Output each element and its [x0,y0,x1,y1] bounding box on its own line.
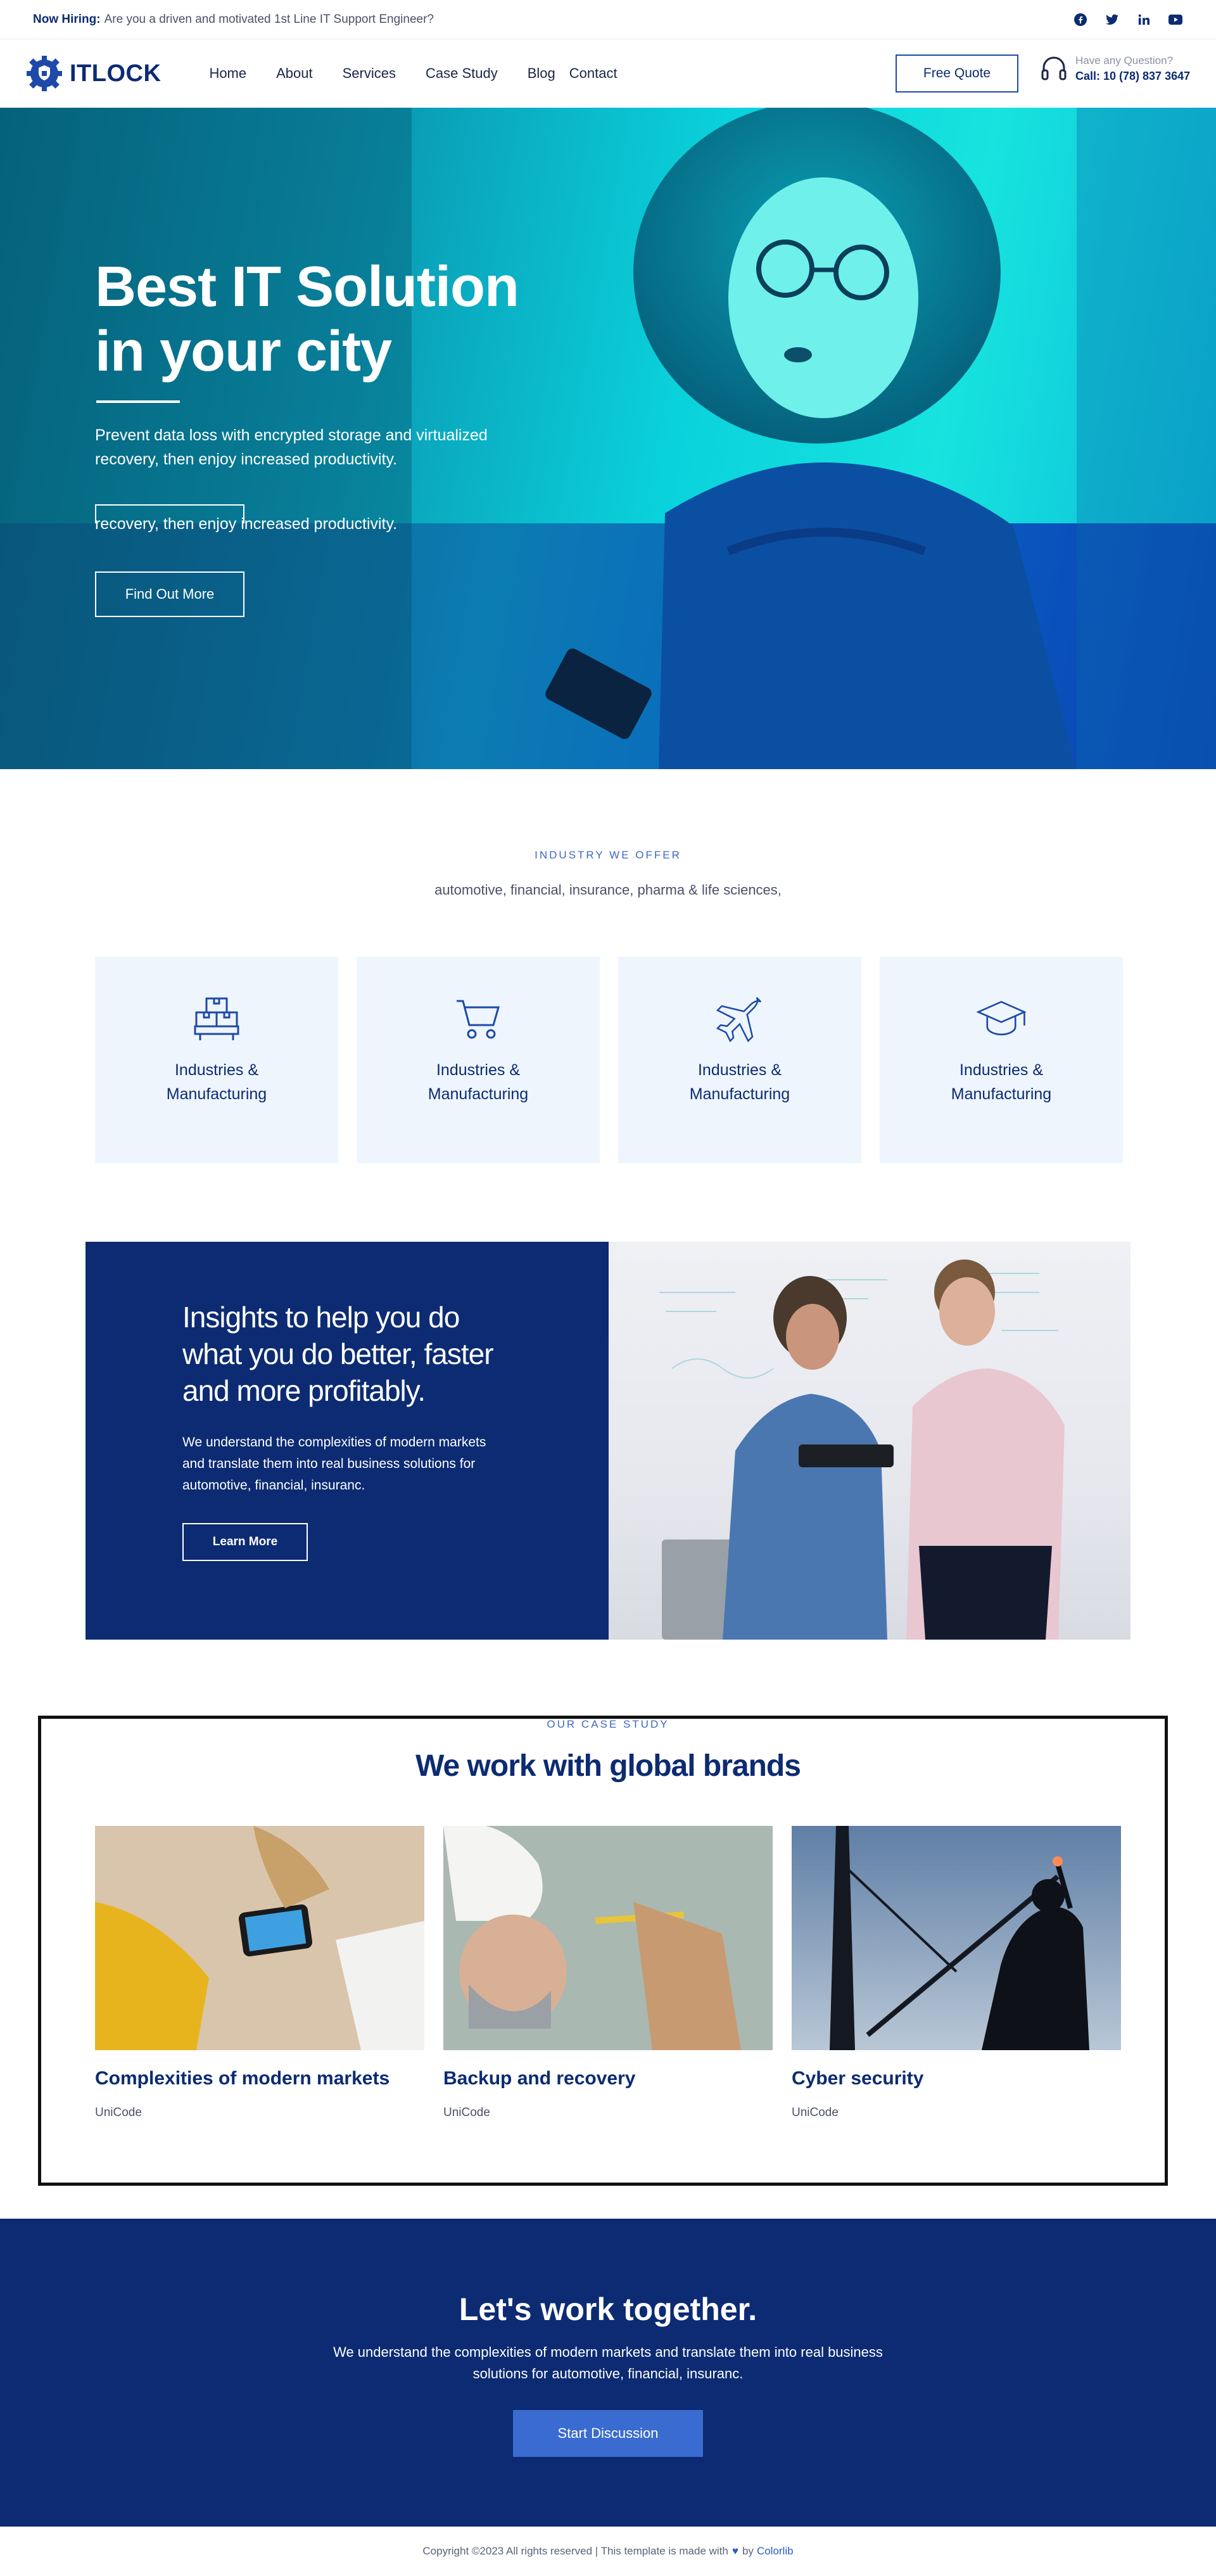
nav-contact[interactable]: Contact [569,65,618,82]
find-out-more-button[interactable]: Find Out More [95,571,244,617]
industry-card[interactable]: Industries & Manufacturing [880,957,1123,1163]
industry-subtitle: automotive, financial, insurance, pharma… [434,882,782,898]
insights-text: We understand the complexities of modern… [182,1435,486,1493]
case-study-item-sub: UniCode [792,2106,839,2119]
logo-text: ITLOCK [70,60,162,87]
case-study-image[interactable] [443,1826,773,2050]
headset-icon [1041,56,1067,80]
free-quote-button[interactable]: Free Quote [896,54,1018,92]
learn-more-button[interactable]: Learn More [182,1523,308,1561]
industry-card[interactable]: Industries & Manufacturing [618,957,861,1163]
contact-question[interactable]: Have any Question? Call: 10 (78) 837 364… [1040,54,1190,83]
nav-home[interactable]: Home [209,65,246,82]
case-study-title: We work with global brands [415,1749,801,1783]
nav-case-study[interactable]: Case Study [426,65,498,82]
nav-services[interactable]: Services [343,65,396,82]
case-study-item-sub: UniCode [95,2106,142,2119]
industry-card[interactable]: Industries & Manufacturing [357,957,600,1163]
cart-icon [453,993,504,1044]
case-study-item-title[interactable]: Cyber security [792,2068,923,2089]
nav-about[interactable]: About [276,65,313,82]
top-bar: Now Hiring: Are you a driven and motivat… [0,0,1216,39]
cta-text: We understand the complexities of modern… [333,2344,883,2382]
insights-title: Insights to help you do what you do bett… [182,1301,494,1407]
start-discussion-button[interactable]: Start Discussion [513,2410,703,2457]
hiring-text[interactable]: Are you a driven and motivated 1st Line … [104,13,434,27]
cta-section: Let's work together. We understand the c… [0,2219,1216,2527]
linkedin-icon[interactable] [1136,12,1151,27]
hero-title: Best IT Solution in your city [95,255,519,383]
industry-card-title: Industries & Manufacturing [166,1061,267,1103]
footer-by: by [742,2545,754,2557]
hero-divider [96,400,180,403]
footer: Copyright ©2023 All rights reserved | Th… [0,2527,1216,2576]
industry-card-title: Industries & Manufacturing [428,1061,529,1103]
footer-copyright: Copyright ©2023 All rights reserved | Th… [422,2545,728,2557]
industry-card-title: Industries & Manufacturing [951,1061,1052,1103]
airplane-icon [714,993,765,1044]
nav-blog[interactable]: Blog [528,65,555,82]
insights-image [609,1242,1130,1640]
logo[interactable]: ITLOCK [25,54,161,92]
case-study-item-title[interactable]: Backup and recovery [443,2068,635,2089]
industry-card[interactable]: Industries & Manufacturing [95,957,338,1163]
hero-lead-duplicate: recovery, then enjoy increased productiv… [95,515,398,533]
main-navbar: ITLOCK Home About Services Case Study Bl… [0,39,1216,108]
heart-icon: ♥ [732,2545,738,2557]
hiring-label: Now Hiring: [33,12,101,26]
case-study-item-sub: UniCode [443,2106,490,2119]
case-study-item-title[interactable]: Complexities of modern markets [95,2068,390,2089]
graduation-cap-icon [976,993,1027,1044]
nav-links: Home About Services Case Study Blog Cont… [196,65,617,82]
cta-title: Let's work together. [459,2292,757,2327]
insights-panel: Insights to help you do what you do bett… [86,1242,609,1640]
industry-eyebrow: INDUSTRY WE OFFER [535,849,681,861]
social-links [1073,12,1183,27]
case-study-eyebrow: OUR CASE STUDY [547,1718,669,1730]
hero-lead: Prevent data loss with encrypted storage… [95,426,488,468]
question-label: Have any Question? [1075,54,1174,67]
boxes-icon [191,993,242,1044]
case-study-image[interactable] [792,1826,1121,2050]
call-number[interactable]: Call: 10 (78) 837 3647 [1075,70,1190,83]
shield-gear-icon [27,56,62,91]
colorlib-link[interactable]: Colorlib [757,2545,794,2558]
case-study-image[interactable] [95,1826,424,2050]
facebook-icon[interactable] [1073,12,1088,27]
twitter-icon[interactable] [1105,12,1120,27]
youtube-icon[interactable] [1168,12,1183,27]
industry-card-title: Industries & Manufacturing [689,1061,790,1103]
hero-section: Best IT Solution in your city Prevent da… [0,108,1216,769]
